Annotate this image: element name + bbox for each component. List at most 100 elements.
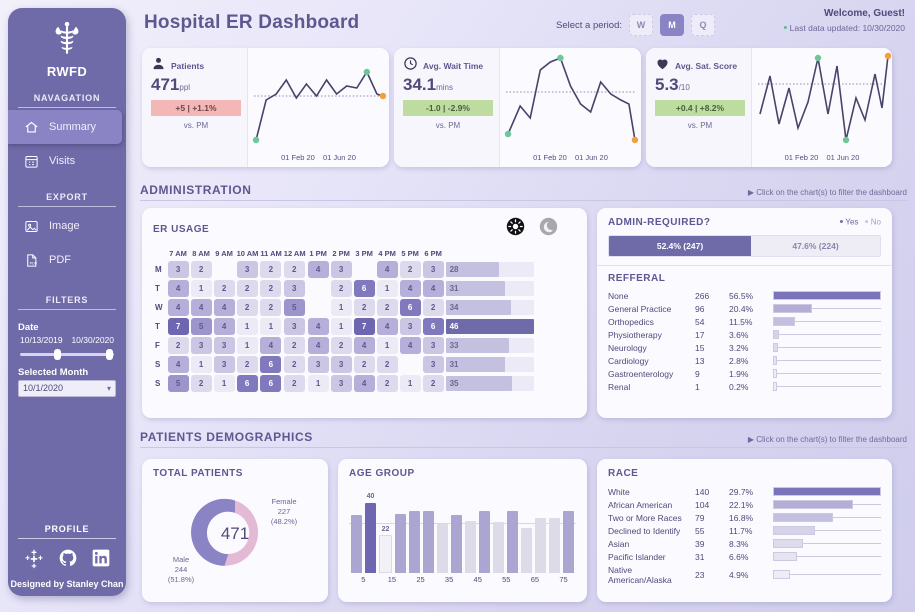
heatmap-cell[interactable]: 4 <box>307 318 329 335</box>
heatmap-cell[interactable]: 3 <box>190 337 212 354</box>
referral-row[interactable]: Neurology 15 3.2% <box>608 341 881 354</box>
heatmap-cell[interactable]: 2 <box>422 375 444 392</box>
age-bar[interactable] <box>507 511 518 573</box>
heatmap-cell[interactable]: 6 <box>260 356 282 373</box>
age-bar[interactable] <box>521 527 532 573</box>
referral-row[interactable]: Renal 1 0.2% <box>608 380 881 393</box>
age-bar[interactable]: 22 <box>379 526 392 573</box>
age-bar[interactable]: 40 <box>365 493 376 573</box>
slider-handle-start[interactable] <box>53 349 61 360</box>
heatmap-cell[interactable]: 2 <box>376 375 398 392</box>
heatmap-cell[interactable]: 2 <box>236 280 258 297</box>
age-bar[interactable] <box>451 514 462 573</box>
heatmap-cell[interactable]: 4 <box>167 299 189 316</box>
linkedin-icon[interactable] <box>91 548 111 573</box>
age-bar[interactable] <box>351 514 362 573</box>
heatmap-cell[interactable]: 4 <box>213 318 235 335</box>
referral-row[interactable]: Gastroenterology 9 1.9% <box>608 367 881 380</box>
heatmap-cell[interactable]: 4 <box>190 299 212 316</box>
heatmap-cell[interactable]: 4 <box>353 375 375 392</box>
heatmap-cell[interactable]: 1 <box>260 318 282 335</box>
heatmap-cell[interactable]: 2 <box>236 356 258 373</box>
selected-month-dropdown[interactable]: 10/1/2020 ▾ <box>18 380 116 397</box>
heatmap-cell[interactable]: 3 <box>213 337 235 354</box>
race-row[interactable]: White 140 29.7% <box>608 485 881 498</box>
heatmap-cell[interactable]: 6 <box>260 375 282 392</box>
heatmap-cell[interactable]: 2 <box>330 337 352 354</box>
moon-icon[interactable] <box>539 217 558 241</box>
heatmap-total-bar[interactable]: 35 <box>445 376 534 391</box>
heatmap-cell[interactable]: 3 <box>283 280 305 297</box>
heatmap-cell[interactable]: 2 <box>376 356 398 373</box>
heatmap-cell[interactable]: 2 <box>422 299 444 316</box>
heatmap-cell[interactable]: 2 <box>283 261 305 278</box>
kpi-card-patients[interactable]: Patients 471ppl +5 | +1.1% vs. PM 01 Feb… <box>142 48 389 167</box>
admin-required-yes-segment[interactable]: 52.4% (247) <box>609 236 751 256</box>
race-table[interactable]: White 140 29.7% African American 104 22.1% Two… <box>608 485 881 586</box>
age-bar[interactable] <box>549 518 560 573</box>
kpi-card-avg-sat-score[interactable]: Avg. Sat. Score 5.3/10 +0.4 | +8.2% vs. … <box>646 48 892 167</box>
heatmap-cell[interactable]: 2 <box>353 299 375 316</box>
age-bar[interactable] <box>437 524 448 573</box>
heatmap-cell[interactable]: 3 <box>283 318 305 335</box>
referral-table[interactable]: None 266 56.5% General Practice 96 20.4% Ortho… <box>608 289 881 393</box>
referral-row[interactable]: General Practice 96 20.4% <box>608 302 881 315</box>
heatmap-cell[interactable]: 4 <box>307 261 329 278</box>
heatmap-cell[interactable]: 2 <box>353 356 375 373</box>
sun-icon[interactable] <box>506 217 525 241</box>
heatmap-cell[interactable]: 3 <box>422 356 444 373</box>
heatmap-cell[interactable]: 4 <box>213 299 235 316</box>
heatmap-cell[interactable]: 2 <box>260 280 282 297</box>
heatmap-cell[interactable]: 4 <box>399 280 421 297</box>
heatmap-cell[interactable]: 5 <box>190 318 212 335</box>
heatmap-cell[interactable]: 1 <box>190 280 212 297</box>
age-bar[interactable] <box>535 518 546 573</box>
heatmap-cell[interactable]: 7 <box>353 318 375 335</box>
heatmap-cell[interactable]: 3 <box>307 356 329 373</box>
period-button-m[interactable]: M <box>660 14 684 36</box>
heatmap-total-bar[interactable]: 34 <box>445 300 534 315</box>
heatmap-cell[interactable]: 2 <box>376 299 398 316</box>
heatmap-cell[interactable]: 5 <box>167 375 189 392</box>
heatmap-cell[interactable]: 3 <box>167 261 189 278</box>
referral-row[interactable]: Physiotherapy 17 3.6% <box>608 328 881 341</box>
heatmap-cell[interactable]: 2 <box>190 375 212 392</box>
heatmap-cell[interactable]: 6 <box>399 299 421 316</box>
github-icon[interactable] <box>58 548 78 573</box>
heatmap-cell[interactable]: 2 <box>260 299 282 316</box>
kpi-sparkline[interactable]: 01 Feb 20 01 Jun 20 <box>499 48 641 167</box>
heatmap-cell[interactable]: 1 <box>236 318 258 335</box>
heatmap-total-bar[interactable]: 46 <box>445 319 534 334</box>
heatmap-cell[interactable]: 3 <box>422 337 444 354</box>
race-row[interactable]: Native American/Alaska 23 4.9% <box>608 563 881 586</box>
heatmap-cell[interactable]: 6 <box>422 318 444 335</box>
heatmap-cell[interactable]: 4 <box>376 318 398 335</box>
age-bar[interactable] <box>409 511 420 573</box>
heatmap-cell[interactable]: 3 <box>399 318 421 335</box>
heatmap-cell[interactable]: 1 <box>190 356 212 373</box>
heatmap-cell[interactable]: 3 <box>213 356 235 373</box>
heatmap-cell[interactable]: 2 <box>399 261 421 278</box>
age-bar[interactable] <box>493 521 504 573</box>
heatmap-cell[interactable]: 1 <box>330 318 352 335</box>
age-bar[interactable] <box>423 511 434 573</box>
age-bar[interactable] <box>465 520 476 573</box>
referral-row[interactable]: Cardiology 13 2.8% <box>608 354 881 367</box>
heatmap-total-bar[interactable]: 31 <box>445 281 534 296</box>
heatmap-total-bar[interactable]: 33 <box>445 338 534 353</box>
tableau-icon[interactable] <box>23 547 45 574</box>
gender-donut-chart[interactable]: 471 Female 227 (48.2%) Male 244 (51.8%) <box>153 479 317 589</box>
heatmap-cell[interactable]: 3 <box>330 261 352 278</box>
heatmap-cell[interactable]: 4 <box>167 280 189 297</box>
heatmap-cell[interactable]: 1 <box>307 375 329 392</box>
race-row[interactable]: Declined to Identify 55 11.7% <box>608 524 881 537</box>
race-row[interactable]: Two or More Races 79 16.8% <box>608 511 881 524</box>
er-usage-heatmap[interactable]: 7 AM 8 AM 9 AM 10 AM 11 AM 12 AM 1 PM 2 PM 3 PM 4… <box>153 247 576 394</box>
age-bar[interactable] <box>479 511 490 573</box>
sidebar-item-visits[interactable]: Visits <box>8 144 126 178</box>
heatmap-cell[interactable]: 1 <box>376 337 398 354</box>
heatmap-cell[interactable]: 2 <box>213 280 235 297</box>
age-bar[interactable] <box>563 511 574 573</box>
heatmap-total-bar[interactable]: 28 <box>445 262 534 277</box>
kpi-sparkline[interactable]: 01 Feb 20 01 Jun 20 <box>247 48 389 167</box>
